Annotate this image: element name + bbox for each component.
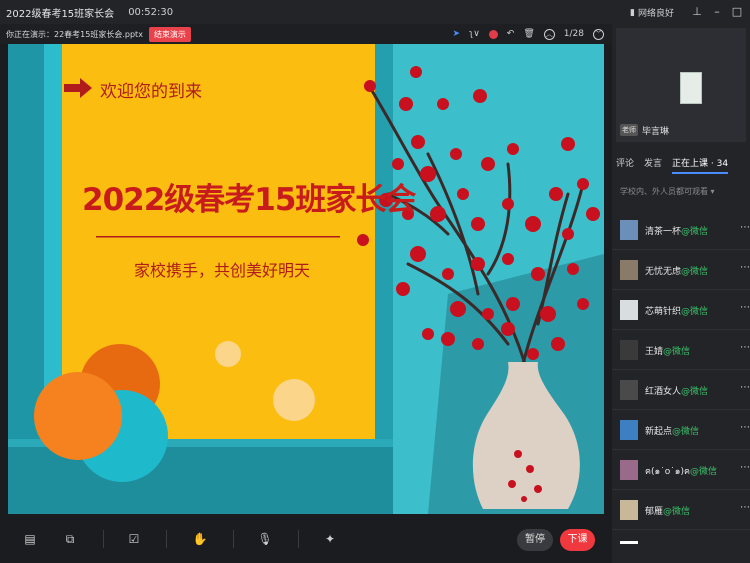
more-icon[interactable]: ⋯ bbox=[740, 422, 750, 433]
more-icon[interactable]: ⋯ bbox=[740, 262, 750, 273]
pen-tool-icon[interactable]: ʅ∨ bbox=[469, 29, 480, 39]
teacher-thumbnail bbox=[680, 72, 702, 104]
sparkle-icon[interactable]: ✦ bbox=[320, 529, 340, 549]
viewer-name: 红酒女人@微信 bbox=[645, 387, 709, 397]
panel-tabs: 评论 发言 正在上课 · 34 bbox=[616, 156, 746, 174]
pin-icon[interactable]: ⊥ bbox=[688, 3, 706, 21]
window-titlebar: 2022级春考15班家长会 00:52:30 ▮ 网络良好 ⊥ – □ bbox=[0, 0, 750, 24]
toolbar-divider bbox=[298, 530, 299, 548]
more-icon[interactable]: ⋯ bbox=[740, 462, 750, 473]
maximize-button[interactable]: □ bbox=[728, 3, 746, 21]
tab-in-class[interactable]: 正在上课 · 34 bbox=[672, 156, 729, 174]
slide-welcome-text: 欢迎您的到来 bbox=[100, 82, 202, 102]
class-timer: 00:52:30 bbox=[128, 6, 174, 18]
viewer-list: 清茶一杯@微信 ⋯ 无忧无虑@微信 ⋯ 芯萌针织@微信 ⋯ 王婧@微信 ⋯ 红酒女人@微信 ⋯ 新起… bbox=[612, 210, 750, 530]
list-item[interactable]: 新起点@微信 ⋯ bbox=[612, 410, 750, 450]
slide-title: 2022级春考15班家长会 bbox=[82, 182, 416, 218]
toolbar-divider bbox=[166, 530, 167, 548]
avatar bbox=[620, 260, 638, 280]
end-class-button[interactable]: 下课 bbox=[560, 529, 595, 551]
side-panel: 老师 毕言琳 评论 发言 正在上课 · 34 学校内、外人员都可观看 ▾ 清茶一… bbox=[612, 24, 750, 563]
share-screen-icon[interactable]: ⧉ bbox=[60, 529, 80, 549]
page-indicator: 1/28 bbox=[563, 29, 584, 39]
network-status: ▮ 网络良好 bbox=[630, 6, 674, 20]
bottom-toolbar: ▤ ⧉ ☑ ✋ 🎙 ✦ 暂停 下课 bbox=[0, 516, 612, 563]
pen-color-swatch[interactable] bbox=[488, 29, 498, 39]
viewer-name: 郁雁@微信 bbox=[645, 507, 691, 517]
minimize-button[interactable]: – bbox=[708, 3, 726, 21]
list-item[interactable]: 郁雁@微信 ⋯ bbox=[612, 490, 750, 530]
slide-subtitle: 家校携手，共创美好明天 bbox=[134, 261, 311, 280]
avatar bbox=[620, 340, 638, 360]
caret-down-icon: ▾ bbox=[710, 187, 715, 196]
undo-icon[interactable]: ↶ bbox=[507, 29, 515, 39]
toolbar-divider bbox=[233, 530, 234, 548]
more-icon[interactable]: ⋯ bbox=[740, 382, 750, 393]
presentation-slide: 欢迎您的到来 2022级春考15班家长会 家校携手，共创美好明天 bbox=[8, 44, 604, 514]
pointer-tool-icon[interactable]: ➤ bbox=[453, 29, 461, 39]
more-icon[interactable]: ⋯ bbox=[740, 342, 750, 353]
checkin-icon[interactable]: ☑ bbox=[124, 529, 144, 549]
list-item[interactable]: 红酒女人@微信 ⋯ bbox=[612, 370, 750, 410]
presenting-file-label: 你正在演示：22春考15班家长会.pptx bbox=[6, 29, 143, 39]
viewer-name: 清茶一杯@微信 bbox=[645, 227, 709, 237]
viewers-scope-note[interactable]: 学校内、外人员都可观看 ▾ bbox=[620, 186, 715, 197]
avatar bbox=[620, 500, 638, 520]
trash-icon[interactable]: 🗑 bbox=[523, 29, 534, 39]
viewer-name: 王婧@微信 bbox=[645, 347, 691, 357]
presentation-bar: 你正在演示：22春考15班家长会.pptx 结束演示 ➤ ʅ∨ ↶ 🗑 ︿ 1/… bbox=[0, 24, 612, 44]
tab-comments[interactable]: 评论 bbox=[616, 156, 634, 174]
list-item[interactable]: 王婧@微信 ⋯ bbox=[612, 330, 750, 370]
viewer-name: ฅ(๑˙o˙๑)ฅ@微信 bbox=[645, 467, 718, 477]
list-item[interactable]: 无忧无虑@微信 ⋯ bbox=[612, 250, 750, 290]
list-item[interactable]: 清茶一杯@微信 ⋯ bbox=[612, 210, 750, 250]
avatar bbox=[620, 220, 638, 240]
viewers-scope-label: 学校内、外人员都可观看 bbox=[620, 187, 708, 196]
signal-icon: ▮ bbox=[630, 7, 635, 18]
network-status-label: 网络良好 bbox=[637, 9, 674, 19]
avatar bbox=[620, 300, 638, 320]
end-presentation-button[interactable]: 结束演示 bbox=[148, 26, 191, 42]
avatar bbox=[620, 420, 638, 440]
viewer-name: 无忧无虑@微信 bbox=[645, 267, 709, 277]
list-item[interactable]: 芯萌针织@微信 ⋯ bbox=[612, 290, 750, 330]
previous-page-icon[interactable]: ︿ bbox=[543, 28, 555, 40]
more-icon[interactable]: ⋯ bbox=[740, 502, 750, 513]
viewer-name: 芯萌针织@微信 bbox=[645, 307, 709, 317]
teacher-role-badge: 老师 bbox=[620, 124, 638, 136]
more-icon[interactable]: ⋯ bbox=[740, 222, 750, 233]
list-end-marker bbox=[620, 541, 638, 544]
microphone-icon[interactable]: 🎙 bbox=[255, 529, 275, 549]
window-title: 2022级春考15班家长会 bbox=[6, 8, 115, 20]
hand-icon[interactable]: ✋ bbox=[190, 529, 210, 549]
next-page-icon[interactable]: ﹀ bbox=[593, 28, 604, 40]
teacher-name: 毕言琳 bbox=[642, 127, 670, 137]
toolbar-divider bbox=[103, 530, 104, 548]
document-icon[interactable]: ▤ bbox=[20, 529, 40, 549]
avatar bbox=[620, 380, 638, 400]
more-icon[interactable]: ⋯ bbox=[740, 302, 750, 313]
list-item[interactable]: ฅ(๑˙o˙๑)ฅ@微信 ⋯ bbox=[612, 450, 750, 490]
teacher-video: 老师 毕言琳 bbox=[616, 28, 746, 142]
avatar bbox=[620, 460, 638, 480]
presentation-tools: ➤ ʅ∨ ↶ 🗑 ︿ 1/28 ﹀ bbox=[453, 24, 604, 44]
tab-speak[interactable]: 发言 bbox=[644, 156, 662, 174]
pause-button[interactable]: 暂停 bbox=[517, 529, 553, 551]
viewer-name: 新起点@微信 bbox=[645, 427, 700, 437]
